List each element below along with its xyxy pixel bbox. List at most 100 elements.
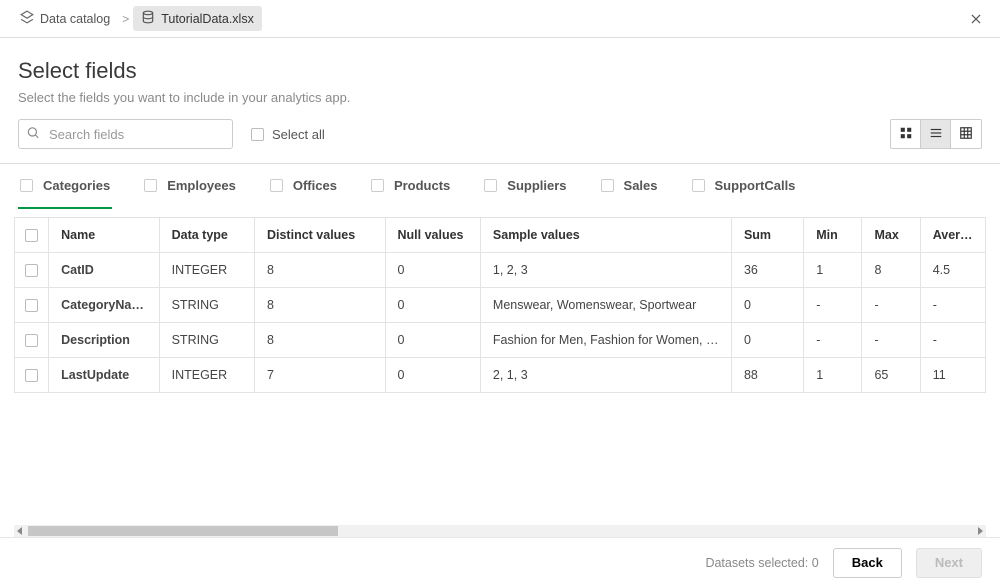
tab-label: Suppliers <box>507 178 566 193</box>
view-toggles <box>890 119 982 149</box>
cell-type: STRING <box>159 323 254 358</box>
view-list-button[interactable] <box>921 120 951 148</box>
header-checkbox[interactable] <box>15 218 49 253</box>
cell-null: 0 <box>385 358 480 393</box>
cell-null: 0 <box>385 288 480 323</box>
cell-type: INTEGER <box>159 358 254 393</box>
cell-avg: - <box>920 288 985 323</box>
table-icon <box>959 126 973 143</box>
cell-avg: 11 <box>920 358 985 393</box>
toolbar: Select all <box>0 119 1000 163</box>
cell-name: Description <box>49 323 159 358</box>
col-min[interactable]: Min <box>804 218 862 253</box>
tab-checkbox[interactable] <box>371 179 384 192</box>
breadcrumb: Data catalog > TutorialData.xlsx <box>0 0 1000 38</box>
tab-products[interactable]: Products <box>369 164 452 209</box>
cell-name: CatID <box>49 253 159 288</box>
tabs: Categories Employees Offices Products Su… <box>0 164 1000 209</box>
cell-min: 1 <box>804 358 862 393</box>
cell-sum: 88 <box>731 358 803 393</box>
tab-suppliers[interactable]: Suppliers <box>482 164 568 209</box>
cell-name: CategoryName <box>49 288 159 323</box>
back-button[interactable]: Back <box>833 548 902 578</box>
col-type[interactable]: Data type <box>159 218 254 253</box>
cell-sample: 1, 2, 3 <box>480 253 731 288</box>
cell-distinct: 7 <box>254 358 385 393</box>
cell-type: INTEGER <box>159 253 254 288</box>
breadcrumb-current-label: TutorialData.xlsx <box>161 12 254 26</box>
view-table-button[interactable] <box>951 120 981 148</box>
tab-label: Offices <box>293 178 337 193</box>
chevron-right-icon: > <box>122 12 129 26</box>
list-icon <box>929 126 943 143</box>
page-header: Select fields Select the fields you want… <box>0 38 1000 119</box>
breadcrumb-root[interactable]: Data catalog <box>12 6 118 31</box>
datasets-selected-status: Datasets selected: 0 <box>705 556 818 570</box>
col-sum[interactable]: Sum <box>731 218 803 253</box>
tab-checkbox[interactable] <box>270 179 283 192</box>
col-max[interactable]: Max <box>862 218 920 253</box>
cell-max: - <box>862 288 920 323</box>
footer: Datasets selected: 0 Back Next <box>0 537 1000 587</box>
fields-table: Name Data type Distinct values Null valu… <box>0 217 1000 393</box>
col-distinct[interactable]: Distinct values <box>254 218 385 253</box>
cell-name: LastUpdate <box>49 358 159 393</box>
next-button[interactable]: Next <box>916 548 982 578</box>
cell-sum: 0 <box>731 323 803 358</box>
database-icon <box>141 10 155 27</box>
col-avg[interactable]: Average <box>920 218 985 253</box>
tab-employees[interactable]: Employees <box>142 164 238 209</box>
cell-null: 0 <box>385 253 480 288</box>
select-all[interactable]: Select all <box>251 127 325 142</box>
tab-label: Sales <box>624 178 658 193</box>
tab-label: Employees <box>167 178 236 193</box>
tab-sales[interactable]: Sales <box>599 164 660 209</box>
tab-checkbox[interactable] <box>20 179 33 192</box>
table-row[interactable]: CategoryName STRING 8 0 Menswear, Womens… <box>15 288 986 323</box>
tab-label: Products <box>394 178 450 193</box>
tab-checkbox[interactable] <box>692 179 705 192</box>
layers-icon <box>20 10 34 27</box>
select-all-label: Select all <box>272 127 325 142</box>
cell-distinct: 8 <box>254 288 385 323</box>
table-row[interactable]: Description STRING 8 0 Fashion for Men, … <box>15 323 986 358</box>
cell-distinct: 8 <box>254 323 385 358</box>
cell-sum: 0 <box>731 288 803 323</box>
cell-min: - <box>804 288 862 323</box>
horizontal-scrollbar[interactable] <box>14 525 986 537</box>
cell-avg: - <box>920 323 985 358</box>
row-checkbox[interactable] <box>15 253 49 288</box>
row-checkbox[interactable] <box>15 323 49 358</box>
search-icon <box>26 126 40 143</box>
select-all-checkbox[interactable] <box>251 128 264 141</box>
col-name[interactable]: Name <box>49 218 159 253</box>
cell-sample: 2, 1, 3 <box>480 358 731 393</box>
page-title: Select fields <box>18 58 982 84</box>
tab-categories[interactable]: Categories <box>18 164 112 209</box>
row-checkbox[interactable] <box>15 358 49 393</box>
cell-avg: 4.5 <box>920 253 985 288</box>
scrollbar-thumb[interactable] <box>28 526 338 536</box>
search-box <box>18 119 233 149</box>
page-subtitle: Select the fields you want to include in… <box>18 90 982 105</box>
tab-checkbox[interactable] <box>484 179 497 192</box>
table-header-row: Name Data type Distinct values Null valu… <box>15 218 986 253</box>
cell-sample: Fashion for Men, Fashion for Women, Spor… <box>480 323 731 358</box>
tab-label: Categories <box>43 178 110 193</box>
view-grid-button[interactable] <box>891 120 921 148</box>
tab-checkbox[interactable] <box>144 179 157 192</box>
col-null[interactable]: Null values <box>385 218 480 253</box>
tab-offices[interactable]: Offices <box>268 164 339 209</box>
grid-icon <box>899 126 913 143</box>
close-button[interactable] <box>964 7 988 31</box>
row-checkbox[interactable] <box>15 288 49 323</box>
tab-supportcalls[interactable]: SupportCalls <box>690 164 798 209</box>
col-sample[interactable]: Sample values <box>480 218 731 253</box>
tab-checkbox[interactable] <box>601 179 614 192</box>
cell-max: 8 <box>862 253 920 288</box>
cell-max: - <box>862 323 920 358</box>
table-row[interactable]: CatID INTEGER 8 0 1, 2, 3 36 1 8 4.5 <box>15 253 986 288</box>
search-input[interactable] <box>18 119 233 149</box>
table-row[interactable]: LastUpdate INTEGER 7 0 2, 1, 3 88 1 65 1… <box>15 358 986 393</box>
breadcrumb-current[interactable]: TutorialData.xlsx <box>133 6 262 31</box>
